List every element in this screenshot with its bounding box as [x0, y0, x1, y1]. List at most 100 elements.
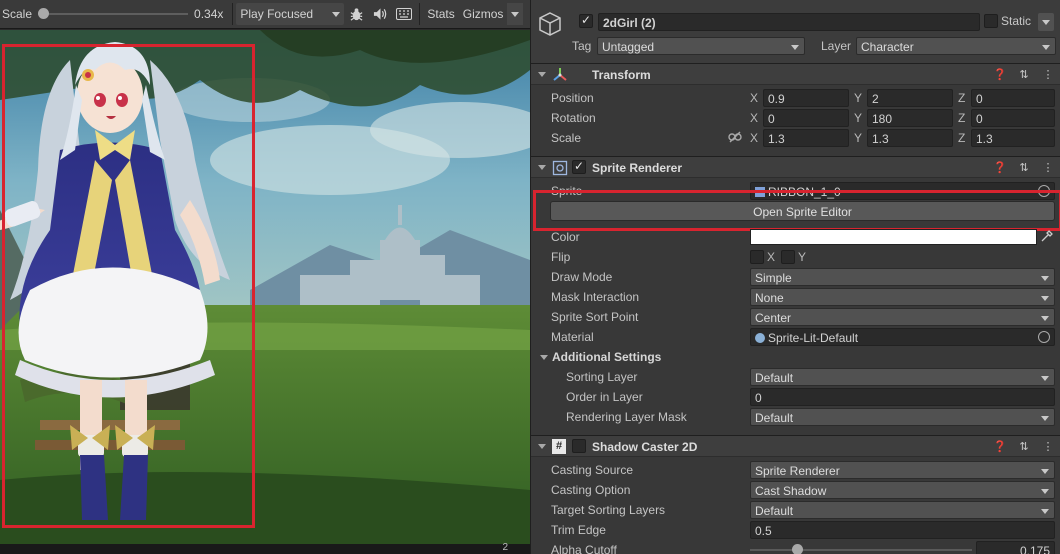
trim-edge-field[interactable]: 0.5: [750, 521, 1055, 539]
preset-icon[interactable]: ⇅: [1017, 439, 1031, 455]
object-picker-icon[interactable]: [1038, 331, 1050, 343]
flip-y-checkbox[interactable]: [781, 250, 795, 264]
draw-mode-dropdown[interactable]: Simple: [750, 268, 1055, 286]
mask-interaction-label: Mask Interaction: [551, 290, 640, 304]
layer-dropdown[interactable]: Character: [856, 37, 1056, 55]
help-icon[interactable]: ❓: [993, 160, 1007, 176]
scale-slider-knob[interactable]: [38, 8, 50, 19]
axis-y-label[interactable]: Y: [854, 128, 862, 148]
material-label: Material: [551, 330, 594, 344]
axis-x-label[interactable]: X: [750, 108, 758, 128]
alpha-cutoff-slider-knob[interactable]: [792, 544, 803, 554]
material-object-field[interactable]: Sprite-Lit-Default: [750, 328, 1055, 346]
shadow-caster-enabled-checkbox[interactable]: [572, 439, 586, 453]
scale-z-field[interactable]: 1.3: [971, 129, 1055, 147]
position-label: Position: [551, 91, 594, 105]
chevron-down-icon: [791, 45, 799, 50]
transform-title: Transform: [592, 68, 651, 82]
axis-x-label[interactable]: X: [750, 88, 758, 108]
shadow-caster-header[interactable]: # Shadow Caster 2D ❓ ⇅ ⋮: [531, 435, 1060, 457]
sprite-renderer-header[interactable]: Sprite Renderer ❓ ⇅ ⋮: [531, 156, 1060, 178]
help-icon[interactable]: ❓: [993, 439, 1007, 455]
position-y-field[interactable]: 2: [867, 89, 953, 107]
object-name-field[interactable]: 2dGirl (2): [598, 13, 980, 31]
axis-z-label[interactable]: Z: [958, 128, 965, 148]
help-icon[interactable]: ❓: [993, 67, 1007, 83]
sprite-sort-point-label: Sprite Sort Point: [551, 310, 639, 324]
flip-x-checkbox[interactable]: [750, 250, 764, 264]
casting-option-dropdown[interactable]: Cast Shadow: [750, 481, 1055, 499]
axis-x-label[interactable]: X: [750, 128, 758, 148]
alpha-cutoff-label: Alpha Cutoff: [551, 543, 617, 554]
transform-header[interactable]: Transform ❓ ⇅ ⋮: [531, 63, 1060, 85]
scale-slider[interactable]: [38, 8, 189, 19]
sprite-sort-point-value: Center: [755, 311, 792, 325]
preset-icon[interactable]: ⇅: [1017, 160, 1031, 176]
more-icon[interactable]: ⋮: [1041, 67, 1055, 83]
foldout-arrow-icon[interactable]: [538, 165, 546, 170]
open-sprite-editor-button[interactable]: Open Sprite Editor: [550, 201, 1055, 221]
gizmos-button[interactable]: Gizmos: [459, 3, 508, 25]
sorting-layer-label: Sorting Layer: [566, 370, 638, 384]
scale-y-field[interactable]: 1.3: [867, 129, 953, 147]
chevron-down-icon: [1042, 45, 1050, 50]
sprite-object-field[interactable]: RIBBON_1_0: [750, 182, 1055, 200]
order-in-layer-label: Order in Layer: [566, 390, 643, 404]
order-in-layer-field[interactable]: 0: [750, 388, 1055, 406]
speaker-icon[interactable]: [368, 3, 392, 25]
rotation-z-field[interactable]: 0: [971, 109, 1055, 127]
alpha-cutoff-slider[interactable]: [750, 544, 972, 554]
play-mode-dropdown[interactable]: Play Focused: [236, 3, 345, 25]
chevron-down-icon: [1041, 489, 1049, 494]
sorting-layer-dropdown[interactable]: Default: [750, 368, 1055, 386]
material-icon: [755, 333, 765, 343]
foldout-arrow-icon[interactable]: [538, 72, 546, 77]
object-active-checkbox[interactable]: [579, 13, 593, 28]
game-bottom-bar: 2: [0, 542, 530, 554]
static-checkbox[interactable]: [984, 14, 998, 28]
header-icons: ❓ ⇅ ⋮: [993, 67, 1055, 83]
game-scene[interactable]: [0, 30, 530, 544]
more-icon[interactable]: ⋮: [1041, 439, 1055, 455]
header-icons: ❓ ⇅ ⋮: [993, 439, 1055, 455]
more-icon[interactable]: ⋮: [1041, 160, 1055, 176]
additional-settings-label[interactable]: Additional Settings: [552, 347, 661, 367]
bug-icon[interactable]: [344, 3, 368, 25]
tag-dropdown[interactable]: Untagged: [597, 37, 805, 55]
sprite-sort-point-dropdown[interactable]: Center: [750, 308, 1055, 326]
color-swatch[interactable]: [750, 229, 1037, 245]
rendering-layer-mask-dropdown[interactable]: Default: [750, 408, 1055, 426]
position-z-field[interactable]: 0: [971, 89, 1055, 107]
rotation-x-field[interactable]: 0: [763, 109, 849, 127]
foldout-arrow-icon[interactable]: [538, 444, 546, 449]
eyedropper-icon[interactable]: [1041, 230, 1053, 245]
sprite-renderer-enabled-checkbox[interactable]: [572, 159, 586, 174]
toolbar-separator: [232, 3, 234, 25]
alpha-cutoff-field[interactable]: 0.175: [976, 541, 1055, 554]
scale-x-field[interactable]: 1.3: [763, 129, 849, 147]
position-x-field[interactable]: 0.9: [763, 89, 849, 107]
game-toolbar: Scale 0.34x Play Focused Stats Gizmos: [0, 0, 530, 29]
axis-z-label[interactable]: Z: [958, 108, 965, 128]
axis-y-label[interactable]: Y: [854, 108, 862, 128]
axis-y-label[interactable]: Y: [854, 88, 862, 108]
stats-button[interactable]: Stats: [423, 3, 458, 25]
object-picker-icon[interactable]: [1038, 185, 1050, 197]
keyboard-icon[interactable]: [392, 3, 416, 25]
target-sorting-layers-dropdown[interactable]: Default: [750, 501, 1055, 519]
scale-label: Scale: [551, 131, 582, 145]
additional-settings-foldout-icon[interactable]: [540, 355, 548, 360]
preset-icon[interactable]: ⇅: [1017, 67, 1031, 83]
toolbar-separator: [419, 3, 421, 25]
static-dropdown[interactable]: [1038, 13, 1054, 31]
constrain-proportions-icon[interactable]: [728, 131, 742, 146]
axis-z-label[interactable]: Z: [958, 88, 965, 108]
flip-x-label: X: [767, 250, 776, 264]
gizmos-dropdown[interactable]: [507, 3, 524, 25]
sprite-label: Sprite: [551, 184, 583, 198]
casting-source-dropdown[interactable]: Sprite Renderer: [750, 461, 1055, 479]
script-icon: #: [552, 439, 566, 454]
rotation-y-field[interactable]: 180: [867, 109, 953, 127]
mask-interaction-dropdown[interactable]: None: [750, 288, 1055, 306]
layer-label: Layer: [821, 39, 852, 53]
